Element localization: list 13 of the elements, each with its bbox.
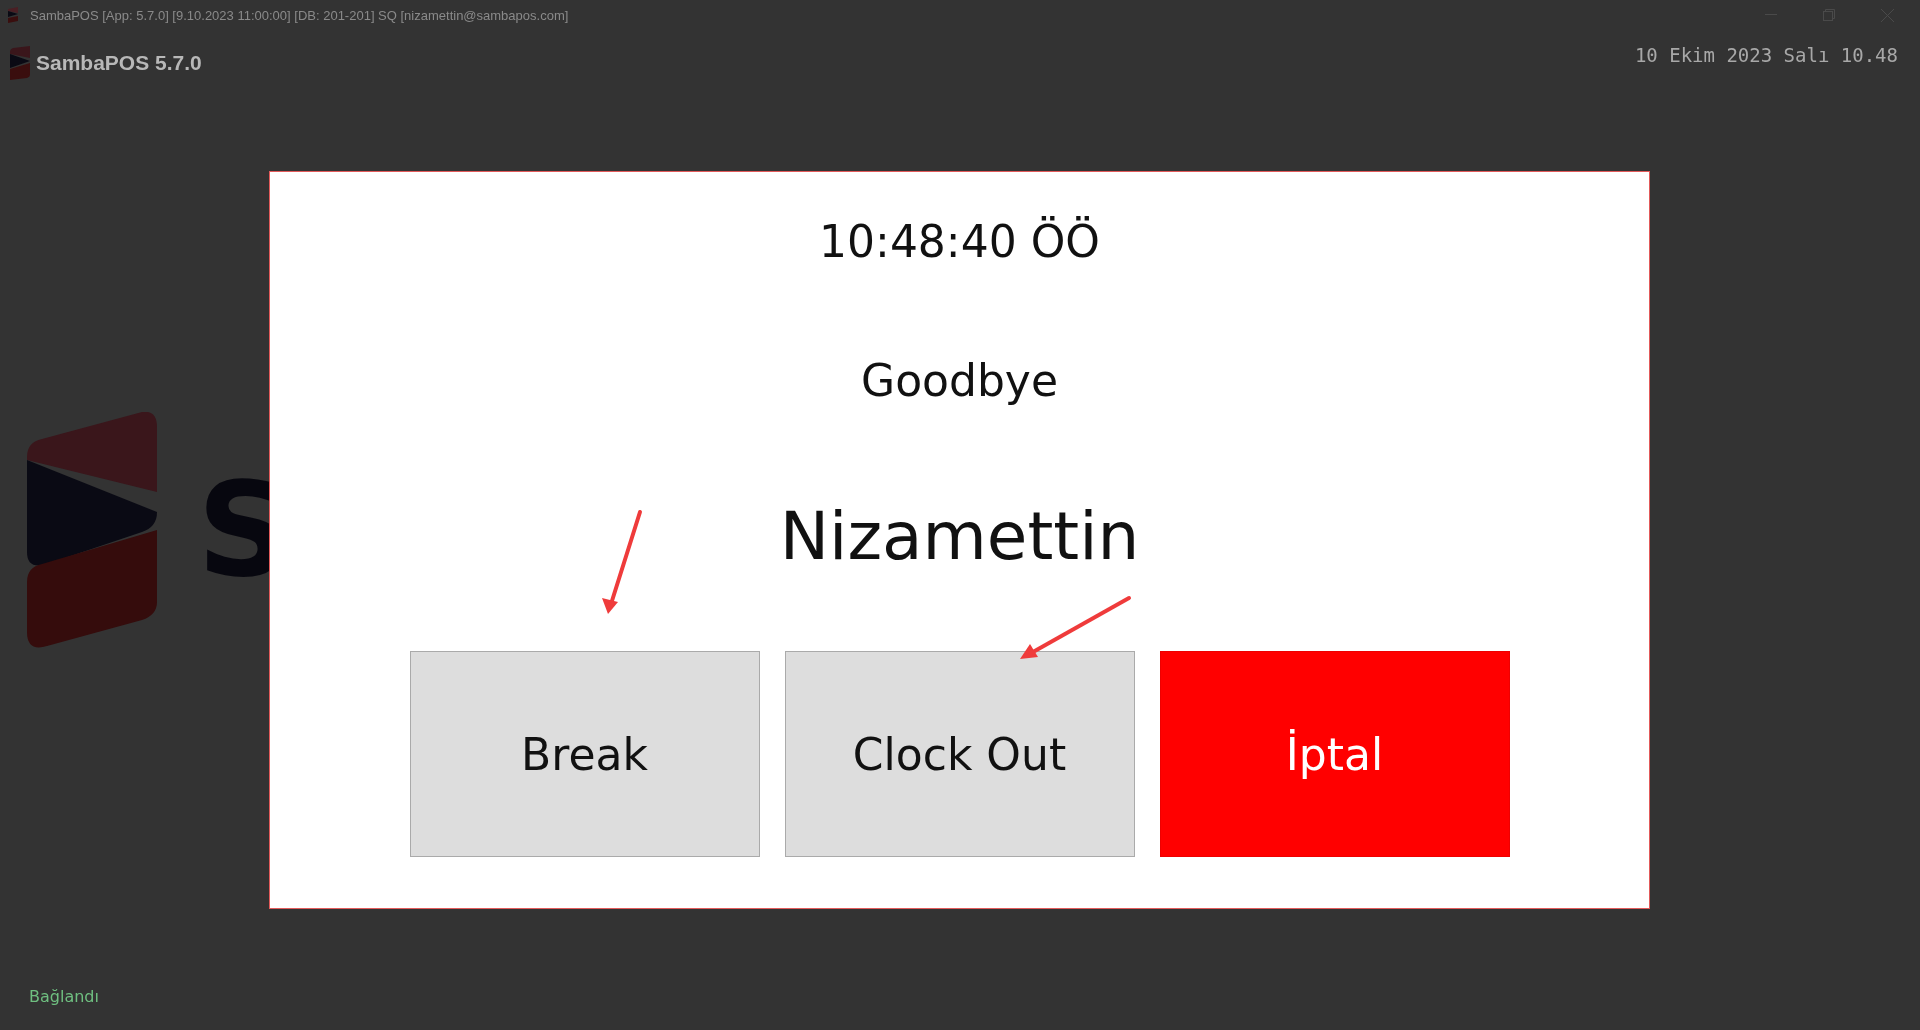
app-logo-icon [10,46,30,80]
date-time: 10 Ekim 2023 Salı 10.48 [1634,44,1898,66]
clock-time: 10:48:40 ÖÖ [819,216,1100,267]
logo-icon [27,412,157,648]
connection-status: Bağlandı [29,987,99,1006]
cancel-button[interactable]: İptal [1159,651,1510,857]
action-button[interactable]: Break [409,651,760,857]
action-button[interactable]: Clock Out [784,651,1135,857]
user-name: Nizamettin [779,498,1140,575]
app-name: SambaPOS 5.7.0 [36,51,202,75]
app-logo-icon [8,7,18,23]
window-title: SambaPOS [App: 5.7.0] [9.10.2023 11:00:00] [DB: 201-201] SQ [nizamettin@sambapos.com] [30,7,569,23]
message-text: Goodbye [861,355,1058,406]
